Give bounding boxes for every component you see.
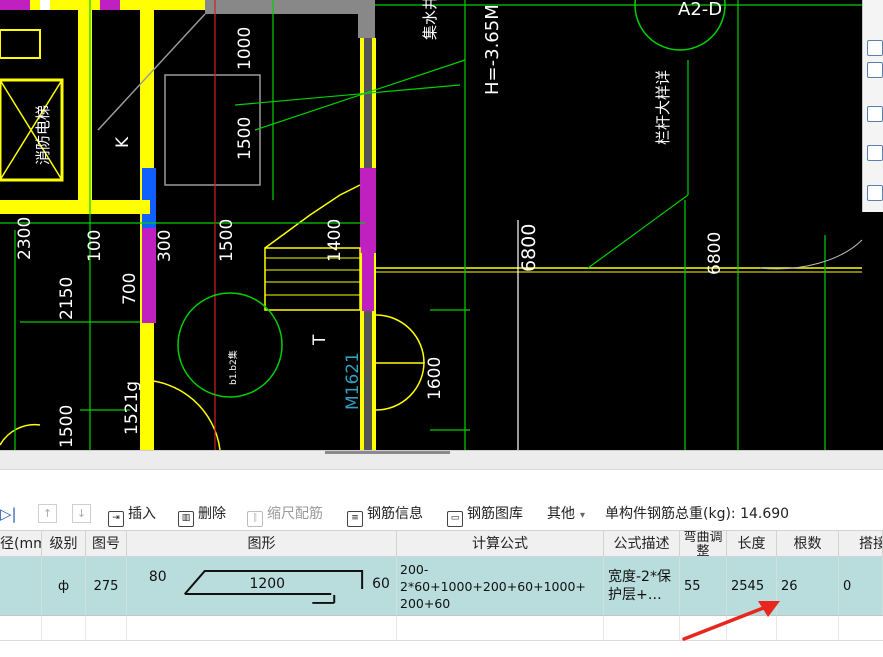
col-header-diameter[interactable]: 径(mm) (0, 530, 42, 557)
delete-button[interactable]: ▥ 删除 (178, 505, 226, 527)
wall-yellow (0, 200, 150, 214)
dim-text: 300 (155, 230, 175, 262)
dim-text: 1500 (235, 117, 255, 160)
elev-left: 6800 (518, 224, 540, 272)
right-tool-strip (862, 0, 883, 212)
rebar-library-button[interactable]: ▭ 钢筋图库 (447, 505, 523, 527)
panel-splitter[interactable] (0, 450, 883, 470)
cell-grade[interactable]: ф (42, 557, 86, 615)
label-sump: 集水井 (421, 0, 439, 40)
total-weight-label: 单构件钢筋总重(kg): 14.690 (605, 506, 790, 522)
cell-lap[interactable]: 0 (839, 557, 883, 615)
dim-text: 1500 (217, 219, 237, 262)
col-header-length[interactable]: 长度 (727, 530, 777, 557)
col-header-desc[interactable]: 公式描述 (604, 530, 680, 557)
wall-segment (120, 0, 205, 10)
label-height: H=-3.65M (482, 4, 503, 95)
scale-rebar-icon: ∥ (247, 511, 263, 527)
zoom-icon[interactable] (867, 145, 883, 161)
dim-text: 2300 (15, 217, 35, 260)
dim-text: 1400 (325, 219, 345, 262)
grid-icon[interactable] (867, 185, 883, 201)
move-down-button[interactable]: ↓ (72, 504, 91, 523)
shape-dim-left: 80 (149, 569, 167, 585)
wall-segment (0, 0, 30, 10)
cad-drawing-canvas[interactable]: 1000 1500 2300 100 300 1500 1400 2150 70… (0, 0, 883, 450)
dim-text: 1521g (122, 381, 142, 435)
cell-desc[interactable]: 宽度-2*保 护层+… (604, 557, 680, 615)
dim-text: 1000 (235, 27, 255, 70)
view-cube-icon[interactable] (867, 62, 883, 78)
cell-shape[interactable]: 80 1200 60 (127, 557, 397, 615)
shape-dim-mid: 1200 (250, 576, 285, 592)
dim-text: 100 (85, 230, 105, 262)
opening-blue (142, 168, 156, 228)
stair (264, 247, 361, 311)
column-gray (205, 0, 375, 38)
elev-right: 6800 (705, 232, 725, 275)
rebar-info-button[interactable]: ≡ 钢筋信息 (347, 505, 423, 527)
col-header-count[interactable]: 根数 (777, 530, 839, 557)
library-icon: ▭ (447, 511, 463, 527)
cell-shape-no[interactable]: 275 (86, 557, 127, 615)
nav-last-icon[interactable]: ▷| (0, 505, 17, 523)
col-header-shape-no[interactable]: 图号 (86, 530, 127, 557)
wall-magenta (360, 168, 376, 253)
annotation-arrow (682, 601, 780, 641)
label-door: M1621 (343, 352, 363, 410)
dim-text: 2150 (57, 277, 77, 320)
label-detail: 栏杆大样详 (654, 70, 672, 145)
label-t: T (310, 334, 330, 346)
insert-button[interactable]: ⇥ 插入 (108, 505, 156, 527)
cell-formula[interactable]: 200-2*60+1000+200+60+1000+ 200+60 (397, 557, 604, 615)
wall-segment (40, 0, 50, 10)
info-list-icon: ≡ (347, 511, 363, 527)
label-axis: A2-D (678, 0, 722, 20)
move-up-button[interactable]: ↑ (38, 504, 57, 523)
trash-icon: ▥ (178, 511, 194, 527)
insert-icon: ⇥ (108, 511, 124, 527)
scale-rebar-button[interactable]: ∥ 缩尺配筋 (247, 505, 323, 527)
dim-text: 1600 (425, 357, 445, 400)
wall-magenta (142, 228, 156, 323)
rebar-shape-diagram: 80 1200 60 (149, 569, 390, 604)
label-k: K (113, 136, 133, 148)
col-header-shape[interactable]: 图形 (127, 530, 397, 557)
label-circle: b1.b2集 (227, 350, 239, 385)
shape-dim-right: 60 (372, 576, 390, 592)
col-header-grade[interactable]: 级别 (42, 530, 86, 557)
chevron-down-icon: ▾ (580, 510, 586, 521)
other-dropdown[interactable]: 其他 ▾ (547, 505, 585, 523)
cell-diameter[interactable] (0, 557, 42, 615)
col-header-lap[interactable]: 搭接 (839, 530, 883, 557)
col-header-formula[interactable]: 计算公式 (397, 530, 604, 557)
dim-text: 1500 (57, 405, 77, 448)
view-cube-icon[interactable] (867, 40, 883, 56)
label-stair: 消防电梯 (34, 105, 52, 165)
col-header-bend-adjust[interactable]: 弯曲调整 (680, 530, 727, 557)
cad-drawing: 1000 1500 2300 100 300 1500 1400 2150 70… (0, 0, 863, 450)
dim-text: 700 (120, 273, 140, 305)
door-swing (375, 314, 425, 364)
select-box-icon[interactable] (867, 106, 883, 122)
rebar-toolbar: ▷| ↑ ↓ ⇥ 插入 ▥ 删除 ∥ 缩尺配筋 ≡ 钢筋信息 ▭ 钢筋图库 其他 ▾ 单构件… (0, 500, 883, 528)
splitter-grip[interactable] (325, 451, 450, 454)
